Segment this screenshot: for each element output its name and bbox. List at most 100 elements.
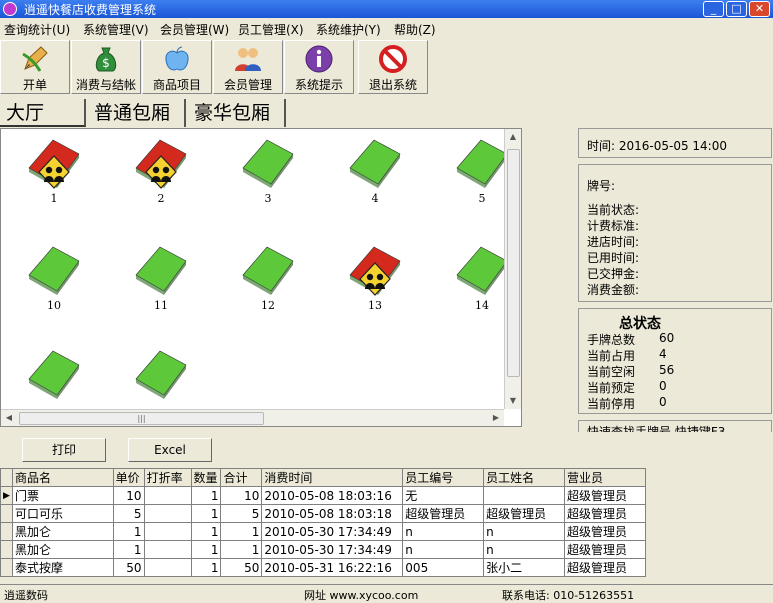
quick-find-box[interactable]: 快速查找手牌号 快捷键F3 [578, 420, 772, 432]
scroll-down-icon[interactable]: ▼ [505, 393, 521, 409]
table-cell[interactable]: 黑加仑 [11, 522, 114, 541]
table-cell[interactable]: n [402, 540, 485, 559]
maximize-icon[interactable]: □ [726, 1, 747, 17]
table-cell[interactable]: 2010-05-30 17:34:49 [261, 522, 404, 541]
table-cell[interactable]: 1 [220, 522, 263, 541]
menu-members[interactable]: 会员管理(W) [160, 21, 229, 38]
checkout-button[interactable]: $ 消费与结帐 [71, 40, 141, 94]
table-row[interactable]: 泰式按摩 50 1 50 2010-05-31 16:22:16 005 张小二 超级管理员 [0, 558, 646, 577]
room-10[interactable]: 10 [19, 241, 89, 321]
room-2[interactable]: 2 [126, 134, 196, 214]
menu-system[interactable]: 系统管理(V) [83, 21, 149, 38]
menu-help[interactable]: 帮助(Z) [394, 21, 436, 38]
table-row[interactable]: ▶ 门票 10 1 10 2010-05-08 18:03:16 无超级管理员 [0, 486, 646, 505]
scroll-right-icon[interactable]: ▶ [488, 410, 504, 426]
table-cell[interactable]: 2010-05-30 17:34:49 [261, 540, 404, 559]
table-cell[interactable]: n [483, 522, 566, 541]
table-cell[interactable]: 5 [112, 504, 145, 523]
table-cell[interactable] [143, 486, 192, 505]
tab-standard-room[interactable]: 普通包厢 [88, 99, 186, 127]
room-3[interactable]: 3 [233, 134, 303, 214]
table-cell[interactable]: 10 [112, 486, 145, 505]
table-cell[interactable]: 超级管理员 [564, 504, 646, 523]
menu-maintenance[interactable]: 系统维护(Y) [316, 21, 381, 38]
table-cell[interactable]: n [483, 540, 566, 559]
col-quantity[interactable]: 数量 [190, 468, 222, 487]
print-button[interactable]: 打印 [22, 438, 106, 462]
table-cell[interactable]: 1 [190, 522, 222, 541]
table-cell[interactable]: 50 [112, 558, 145, 577]
table-cell[interactable]: 1 [190, 558, 222, 577]
table-cell[interactable]: 1 [112, 540, 145, 559]
table-cell[interactable]: 10 [220, 486, 263, 505]
col-product-name[interactable]: 商品名 [11, 468, 114, 487]
member-manage-button[interactable]: 会员管理 [213, 40, 283, 94]
room-13[interactable]: 13 [340, 241, 410, 321]
table-cell[interactable] [143, 504, 192, 523]
table-cell[interactable]: n [402, 522, 485, 541]
room-4[interactable]: 4 [340, 134, 410, 214]
table-cell[interactable] [143, 558, 192, 577]
col-total[interactable]: 合计 [220, 468, 263, 487]
scroll-up-icon[interactable]: ▲ [505, 129, 521, 145]
table-cell[interactable]: 1 [220, 540, 263, 559]
col-unit-price[interactable]: 单价 [112, 468, 145, 487]
table-cell[interactable]: 无 [402, 486, 485, 505]
col-clerk[interactable]: 营业员 [564, 468, 646, 487]
table-cell[interactable]: 泰式按摩 [11, 558, 114, 577]
free-room-icon [28, 246, 80, 295]
open-order-button[interactable]: 开单 [0, 40, 70, 94]
room-1[interactable]: 1 [19, 134, 89, 214]
table-cell[interactable]: 黑加仑 [11, 540, 114, 559]
horizontal-scrollbar[interactable]: ◀ ||| ▶ [1, 409, 504, 426]
app-icon [3, 2, 17, 16]
products-button[interactable]: 商品项目 [142, 40, 212, 94]
table-cell[interactable]: 1 [190, 540, 222, 559]
table-cell[interactable]: 超级管理员 [564, 486, 646, 505]
exit-system-button[interactable]: 退出系统 [358, 40, 428, 94]
tab-hall[interactable]: 大厅 [0, 99, 86, 127]
table-cell[interactable]: 50 [220, 558, 263, 577]
table-cell[interactable]: 2010-05-08 18:03:16 [261, 486, 404, 505]
table-cell[interactable] [483, 486, 566, 505]
vertical-scrollbar[interactable]: ▲ ▼ [504, 129, 521, 409]
room-11[interactable]: 11 [126, 241, 196, 321]
table-cell[interactable]: 5 [220, 504, 263, 523]
table-row[interactable]: 可口可乐 5 1 5 2010-05-08 18:03:18 超级管理员 超级管理员 超级管理… [0, 504, 646, 523]
table-cell[interactable]: 1 [190, 504, 222, 523]
room-12[interactable]: 12 [233, 241, 303, 321]
table-cell[interactable]: 2010-05-31 16:22:16 [261, 558, 404, 577]
table-cell[interactable]: 1 [112, 522, 145, 541]
menu-staff[interactable]: 员工管理(X) [238, 21, 304, 38]
minimize-icon[interactable]: _ [703, 1, 724, 17]
col-discount[interactable]: 打折率 [143, 468, 192, 487]
plate-label: 牌号: [587, 179, 616, 193]
tab-luxury-room[interactable]: 豪华包厢 [188, 99, 286, 127]
col-staff-id[interactable]: 员工编号 [402, 468, 485, 487]
table-cell[interactable]: 超级管理员 [564, 558, 646, 577]
col-staff-name[interactable]: 员工姓名 [483, 468, 566, 487]
horizontal-scroll-thumb[interactable]: ||| [19, 412, 264, 425]
table-cell[interactable] [143, 540, 192, 559]
table-cell[interactable]: 超级管理员 [564, 522, 646, 541]
table-cell[interactable]: 可口可乐 [11, 504, 114, 523]
table-row[interactable]: 黑加仑 1 1 1 2010-05-30 17:34:49 n n 超级管理员 [0, 540, 646, 559]
table-cell[interactable]: 超级管理员 [402, 504, 485, 523]
table-cell[interactable]: 超级管理员 [564, 540, 646, 559]
menu-query[interactable]: 查询统计(U) [4, 21, 70, 38]
table-row[interactable]: 黑加仑 1 1 1 2010-05-30 17:34:49 n n 超级管理员 [0, 522, 646, 541]
excel-button[interactable]: Excel [128, 438, 212, 462]
table-cell[interactable] [143, 522, 192, 541]
occupied-room-icon [28, 139, 80, 189]
table-cell[interactable]: 1 [190, 486, 222, 505]
system-tips-button[interactable]: 系统提示 [284, 40, 354, 94]
scroll-left-icon[interactable]: ◀ [1, 410, 17, 426]
close-icon[interactable]: ✕ [749, 1, 770, 17]
col-time[interactable]: 消费时间 [261, 468, 404, 487]
table-cell[interactable]: 005 [402, 558, 485, 577]
table-cell[interactable]: 张小二 [483, 558, 566, 577]
vertical-scroll-thumb[interactable] [507, 149, 520, 377]
table-cell[interactable]: 2010-05-08 18:03:18 [261, 504, 404, 523]
table-cell[interactable]: 门票 [11, 486, 114, 505]
table-cell[interactable]: 超级管理员 [483, 504, 566, 523]
